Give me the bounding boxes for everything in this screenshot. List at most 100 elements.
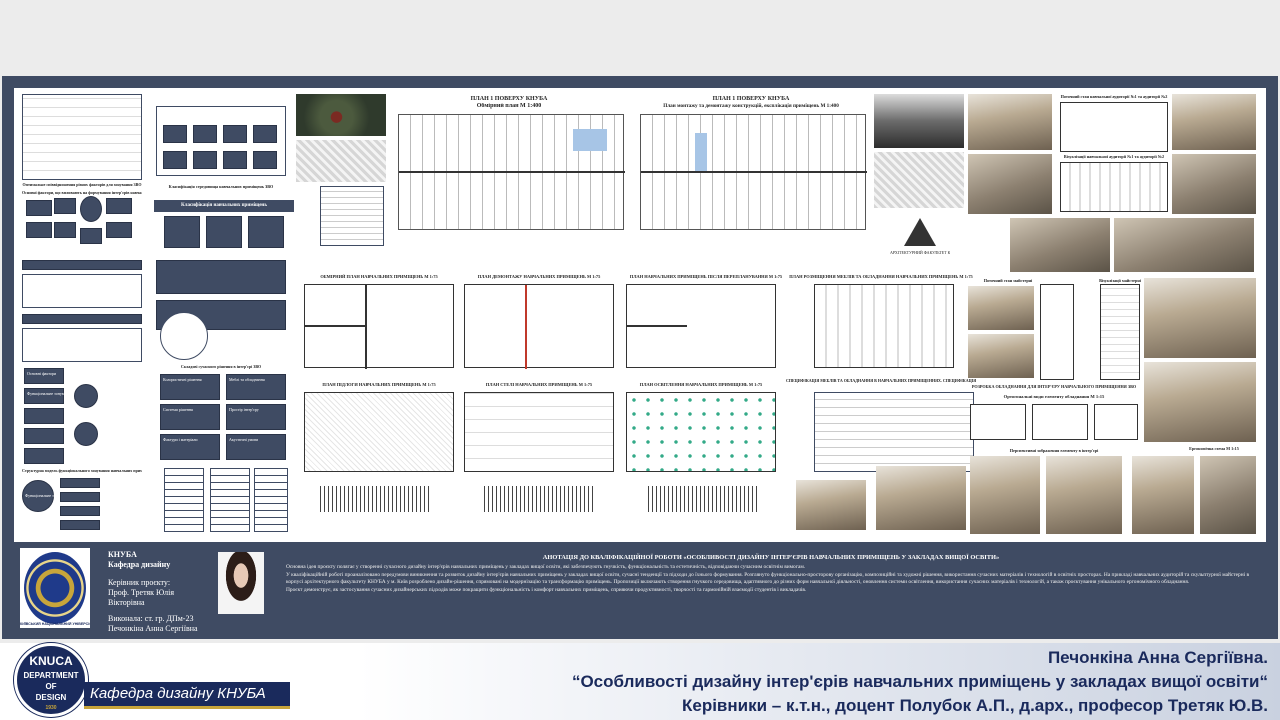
department-badge: KNUCA DEPARTMENT OF DESIGN 1930 <box>14 643 88 717</box>
building-photo <box>874 94 964 148</box>
explication-table <box>320 186 384 246</box>
info-band: КИЇВСЬКИЙ НАЦІОНАЛЬНИЙ УНІВЕРСИТЕТ БУДІВ… <box>14 546 1266 633</box>
plan-demolition-rooms <box>464 284 614 369</box>
auditorium-photo-1 <box>968 94 1052 150</box>
author-portrait <box>218 552 264 614</box>
floor-plan-measured <box>398 114 625 230</box>
research-column: Оптимальне співвідношення різних факторі… <box>14 88 294 542</box>
abstract-p3: Проєкт демонструє, як застосування сучас… <box>286 586 807 593</box>
classification-tree <box>156 106 286 176</box>
stand1-title: Оптимальне співвідношення різних факторі… <box>22 182 142 187</box>
stand5-title: Складові сучасного рішення в інтер'єрі З… <box>180 364 262 369</box>
stand6-title: Структурна модель функціонального зонува… <box>22 468 142 473</box>
badge-top: KNUCA <box>29 654 73 668</box>
row-title-4: ПЛАН РОЗМІЩЕННЯ МЕБЛІВ ТА ОБЛАДНАННЯ НАВ… <box>789 274 973 279</box>
workshop-render-2 <box>1144 362 1256 442</box>
workshop-state-title: Поточний стан майстерні <box>983 278 1033 283</box>
dept-name: Кафедра дизайну <box>108 560 171 569</box>
row-title-1: ОБМІРНИЙ ПЛАН НАВЧАЛЬНИХ ПРИМІЩЕНЬ М 1:7… <box>320 274 438 279</box>
credit-author: Печонкіна Анна Сергіївна. <box>1047 648 1268 667</box>
university-seal: КИЇВСЬКИЙ НАЦІОНАЛЬНИЙ УНІВЕРСИТЕТ БУДІВ… <box>20 548 90 628</box>
credit-title: “Особливості дизайну інтер'єрів навчальн… <box>571 672 1268 691</box>
ergonomic-title: Ергономічна схема М 1:15 <box>1189 446 1239 451</box>
uni-name: КНУБА <box>108 550 137 559</box>
faculty-logo: АРХІТЕКТУРНИЙ ФАКУЛЬТЕТ КНУБА <box>890 212 950 262</box>
aerial-photo <box>296 94 386 136</box>
row-title-5: ПЛАН ПІДЛОГИ НАВЧАЛЬНИХ ПРИМІЩЕНЬ М 1:75 <box>322 382 436 387</box>
auditorium-plan-2 <box>1060 162 1168 212</box>
element-render-1 <box>970 456 1040 534</box>
supervisor-name: Проф. Третяк Юлія Вікторівна <box>108 588 175 607</box>
location-map <box>874 152 964 208</box>
ortho-title: Ортогональні види елементу обладнання М … <box>1003 394 1105 399</box>
plan-floor <box>304 392 454 472</box>
dept-label: Кафедра дизайну КНУБА <box>84 682 290 706</box>
abstract-title: АНОТАЦІЯ ДО КВАЛІФІКАЦІЙНОЇ РОБОТИ «ОСОБ… <box>542 554 1000 561</box>
perspective-title: Перспективні зображення елементу в інтер… <box>1009 448 1099 453</box>
solution-ring <box>160 312 208 360</box>
abstract-p1: Основна ідея проєкту полягає у створенні… <box>286 564 806 571</box>
ortho-view-3 <box>1094 404 1138 440</box>
floor-plan-demolition <box>640 114 867 230</box>
current-state-title: Поточний стан навчальної аудиторії №1 та… <box>1060 94 1168 99</box>
plan1-subtitle: Обмірний план М 1:400 <box>476 103 542 109</box>
ortho-view-2 <box>1032 404 1088 440</box>
author-name: Печонкіна Анна Сергіївна <box>108 624 198 633</box>
row-title-6: ПЛАН СТЕЛІ НАВЧАЛЬНИХ ПРИМІЩЕНЬ М 1:75 <box>485 382 593 387</box>
stand2-title: Класифікація середовища навчальних примі… <box>168 184 274 189</box>
workshop-plan-1 <box>1040 284 1074 380</box>
ortho-view-1 <box>970 404 1026 440</box>
credits: Печонкіна Анна Сергіївна. “Особливості д… <box>572 646 1268 718</box>
render-1 <box>968 154 1052 214</box>
render-3 <box>1010 218 1110 272</box>
badge-year: 1930 <box>45 705 57 711</box>
credit-supervisors: Керівники – к.т.н., доцент Полубок А.П.,… <box>681 696 1268 715</box>
furniture-render-1 <box>796 480 866 530</box>
author-label: Виконала: ст. гр. ДПм-23 <box>108 614 194 623</box>
zoning-table <box>22 94 142 180</box>
abstract-p2: У кваліфікаційній роботі проаналізовано … <box>286 571 1250 586</box>
slide: Оптимальне співвідношення різних факторі… <box>0 0 1280 720</box>
plan-measured-rooms <box>304 284 454 369</box>
workshop-photo-1 <box>968 286 1034 330</box>
plan-furniture <box>814 284 954 368</box>
render-4 <box>1114 218 1254 272</box>
element-render-2 <box>1046 456 1122 534</box>
stand4-title: Основні фактори, що впливають на формува… <box>22 190 142 195</box>
plan-lighting <box>626 392 776 472</box>
furniture-render-2 <box>876 466 966 530</box>
ergonomic-scheme <box>1200 456 1256 534</box>
plan2-subtitle: План монтажу та демонтажу конструкцій, е… <box>663 103 839 109</box>
plan-ceiling <box>464 392 614 472</box>
row-title-2: ПЛАН ДЕМОНТАЖУ НАВЧАЛЬНИХ ПРИМІЩЕНЬ М 1:… <box>477 274 601 279</box>
badge-mid1: DEPARTMENT <box>23 671 79 680</box>
slide-footer: KNUCA DEPARTMENT OF DESIGN 1930 Кафедра … <box>0 643 1280 720</box>
workshop-render-1 <box>1144 278 1256 358</box>
supervisor-label: Керівник проєкту: <box>108 578 171 587</box>
stand3-title: Класифікація навчальних приміщень <box>154 200 294 212</box>
plan1-title: ПЛАН 1 ПОВЕРХУ КНУБА <box>470 96 548 102</box>
slide-top-margin <box>0 0 1280 76</box>
element-render-3 <box>1132 456 1194 534</box>
site-map <box>296 140 386 182</box>
elevation-1 <box>320 486 430 512</box>
auditorium-photo-2 <box>1172 94 1256 150</box>
badge-bot: DESIGN <box>35 693 67 702</box>
abstract: АНОТАЦІЯ ДО КВАЛІФІКАЦІЙНОЇ РОБОТИ «ОСОБ… <box>286 554 1256 594</box>
render-2 <box>1172 154 1256 214</box>
plan-after-replanning <box>626 284 776 368</box>
badge-mid2: OF <box>45 682 57 691</box>
row-title-3: ПЛАН НАВЧАЛЬНИХ ПРИМІЩЕНЬ ПІСЛЯ ПЕРЕПЛАН… <box>629 274 783 279</box>
visual-title: Візуалізації навчальної аудиторії №1 та … <box>1063 154 1165 159</box>
workshop-photo-2 <box>968 334 1034 378</box>
poster-sheet: Оптимальне співвідношення різних факторі… <box>14 88 1266 542</box>
spec-title: СПЕЦИФІКАЦІЯ МЕБЛІВ ТА ОБЛАДНАННЯ В НАВЧ… <box>786 378 976 383</box>
element-dev-title: РОЗРОБКА ОБЛАДНАННЯ ДЛЯ ІНТЕР'ЄРУ НАВЧАЛ… <box>971 384 1137 389</box>
dept-underline <box>84 706 290 709</box>
elevation-2 <box>484 486 594 512</box>
auditorium-plan-1 <box>1060 102 1168 152</box>
author-block: КНУБА Кафедра дизайну Керівник проєкту: … <box>108 550 206 634</box>
spec-table <box>814 392 974 472</box>
plan2-title: ПЛАН 1 ПОВЕРХУ КНУБА <box>712 96 790 102</box>
elevation-3 <box>648 486 758 512</box>
